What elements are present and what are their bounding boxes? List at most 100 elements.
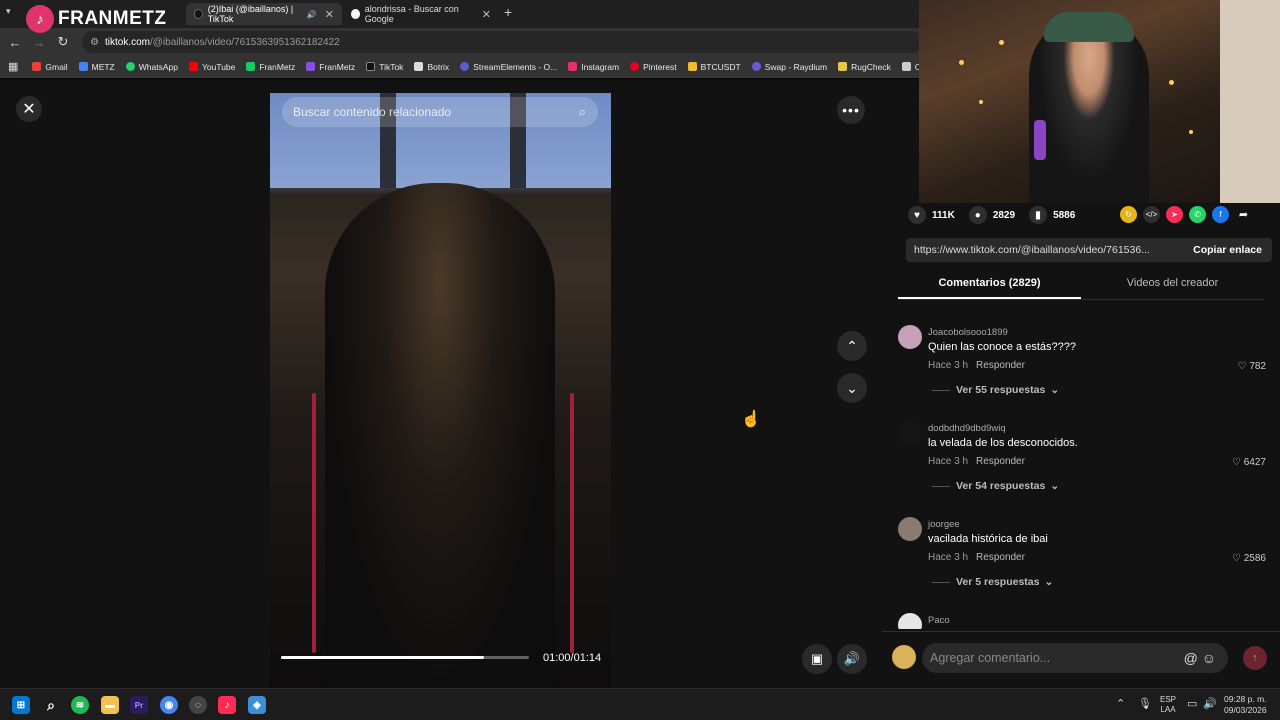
reload-icon[interactable]: ↻ (51, 34, 75, 50)
close-icon[interactable]: ✕ (16, 96, 42, 122)
language-indicator[interactable]: ESP LAA (1160, 695, 1176, 715)
comment-like[interactable]: ♡ 782 (1238, 361, 1266, 372)
emoji-icon[interactable]: ☺ (1202, 650, 1216, 666)
copy-link-button[interactable]: Copiar enlace (1183, 244, 1272, 256)
bookmark[interactable]: BTCUSDT (687, 62, 741, 72)
bookmark[interactable]: METZ (78, 62, 115, 72)
premiere-pro-icon[interactable]: Pr (130, 696, 148, 714)
related-search-placeholder: Buscar contenido relacionado (293, 105, 452, 119)
search-icon[interactable]: ⌕ (579, 104, 586, 120)
comment-user[interactable]: Paco (928, 615, 950, 626)
bookmark[interactable]: RugCheck (838, 62, 891, 72)
bookmark[interactable]: Swap - Raydium (751, 62, 827, 72)
tiktok-live-icon[interactable]: ♪ (218, 696, 236, 714)
video-progress-bar[interactable] (281, 656, 529, 659)
heart-icon: ♥ (908, 206, 926, 224)
reply-button[interactable]: Responder (976, 456, 1025, 467)
video-player[interactable]: Buscar contenido relacionado ⌕ 01:00/01:… (270, 93, 611, 688)
bookmark[interactable]: StreamElements - O... (460, 62, 557, 72)
comment-input[interactable]: Agregar comentario... @ ☺ (922, 643, 1228, 673)
repost-icon[interactable]: ↻ (1120, 206, 1137, 223)
like-button[interactable]: ♥ 111K (908, 206, 955, 224)
volume-icon[interactable]: 🔊 (837, 644, 867, 674)
tab-google[interactable]: alondrissa - Buscar con Google ✕ (343, 3, 499, 25)
save-button[interactable]: ▮ 5886 (1029, 206, 1075, 224)
franmetz-icon (246, 62, 256, 71)
comment-user[interactable]: Joacobolsooo1899 (928, 327, 1008, 338)
google-icon (351, 9, 360, 19)
send-icon[interactable]: ➤ (1166, 206, 1183, 223)
tab-tiktok[interactable]: (2)Ibai (@ibaillanos) | TikTok 🔊 ✕ (186, 3, 342, 25)
comment-placeholder: Agregar comentario... (930, 651, 1051, 665)
pinterest-icon (630, 62, 640, 71)
forward-icon[interactable]: → (27, 35, 51, 50)
chrome-icon[interactable]: ◉ (160, 696, 178, 714)
bookmark[interactable]: FranMetz (306, 62, 355, 72)
close-tab-icon[interactable]: ✕ (317, 8, 334, 21)
tab-comments[interactable]: Comentarios (2829) (898, 272, 1081, 299)
bookmark[interactable]: YouTube (188, 62, 235, 72)
bookmark[interactable]: Gmail (32, 62, 68, 72)
embed-icon[interactable]: </> (1143, 206, 1160, 223)
network-icon[interactable]: ▭ (1187, 697, 1197, 710)
reply-button[interactable]: Responder (976, 360, 1025, 371)
video-link[interactable]: https://www.tiktok.com/@ibaillanos/video… (906, 244, 1183, 256)
hand-cursor-icon: ☝ (741, 411, 761, 428)
comment-user[interactable]: dodbdhd9dbd9wiq (928, 423, 1006, 434)
comment-like[interactable]: ♡ 6427 (1232, 457, 1266, 468)
bookmark[interactable]: Botrix (414, 62, 449, 72)
instagram-icon (568, 62, 578, 71)
view-replies-button[interactable]: Ver 55 respuestas ⌄ (932, 384, 1059, 396)
whatsapp-icon[interactable]: ✆ (1189, 206, 1206, 223)
site-info-icon[interactable]: ⚙ (90, 37, 99, 48)
share-arrow-icon[interactable]: ➦ (1235, 206, 1252, 223)
tab-creator-videos[interactable]: Videos del creador (1081, 272, 1264, 299)
system-clock[interactable]: 09:28 p. m. 09/03/2026 (1224, 694, 1267, 716)
bookmark[interactable]: WhatsApp (125, 62, 178, 72)
comment-button[interactable]: ● 2829 (968, 206, 1015, 224)
app-icon[interactable]: ◈ (248, 696, 266, 714)
related-search-input[interactable]: Buscar contenido relacionado ⌕ (282, 97, 598, 127)
bookmark[interactable]: TikTok (366, 62, 403, 72)
obs-icon[interactable]: ◌ (189, 696, 207, 714)
avatar[interactable] (898, 421, 922, 445)
comment-text: vacilada histórica de ibai (928, 533, 1048, 545)
avatar[interactable] (898, 325, 922, 349)
windows-start-icon[interactable]: ⊞ (12, 696, 30, 714)
tray-chevron-icon[interactable]: ⌃ (1116, 697, 1125, 710)
new-tab-button[interactable]: + (504, 4, 512, 20)
apps-grid-icon[interactable]: ▦ (8, 60, 18, 73)
picture-in-picture-icon[interactable]: ▣ (802, 644, 832, 674)
more-options-icon[interactable]: ••• (837, 96, 865, 124)
reply-button[interactable]: Responder (976, 552, 1025, 563)
bookmark[interactable]: FranMetz (246, 62, 295, 72)
comment-like[interactable]: ♡ 2586 (1232, 553, 1266, 564)
avatar[interactable] (898, 517, 922, 541)
next-video-icon[interactable]: ⌄ (837, 373, 867, 403)
avatar[interactable] (898, 613, 922, 629)
back-icon[interactable]: ← (3, 35, 27, 50)
previous-video-icon[interactable]: ⌃ (837, 331, 867, 361)
view-replies-button[interactable]: Ver 5 respuestas ⌄ (932, 576, 1053, 588)
tab-search-button[interactable]: ▾ (6, 6, 11, 17)
volume-icon[interactable]: 🔊 (1203, 697, 1217, 710)
microphone-icon[interactable]: 🎙 (1138, 697, 1152, 710)
facebook-icon[interactable]: f (1212, 206, 1229, 223)
view-replies-button[interactable]: Ver 54 respuestas ⌄ (932, 480, 1059, 492)
address-bar[interactable]: ⚙ tiktok.com /@ibaillanos/video/76153639… (82, 31, 922, 53)
comment-icon: ● (968, 206, 987, 224)
spotify-icon[interactable]: ≋ (71, 696, 89, 714)
comment-user[interactable]: joorgee (928, 519, 960, 530)
avatar (892, 645, 916, 669)
mention-icon[interactable]: @ (1184, 650, 1198, 666)
tiktok-icon: ♪ (26, 5, 54, 33)
close-tab-icon[interactable]: ✕ (474, 8, 491, 21)
bookmark[interactable]: Pinterest (630, 62, 677, 72)
comment-meta: Hace 3 h Responder (928, 456, 1025, 467)
chevron-down-icon: ⌄ (1050, 480, 1060, 492)
file-explorer-icon[interactable]: ▬ (101, 696, 119, 714)
search-icon[interactable]: ⌕ (42, 696, 60, 714)
bookmark[interactable]: Instagram (568, 62, 619, 72)
video-frame-person (325, 183, 555, 688)
send-comment-button[interactable]: ↑ (1243, 646, 1267, 670)
